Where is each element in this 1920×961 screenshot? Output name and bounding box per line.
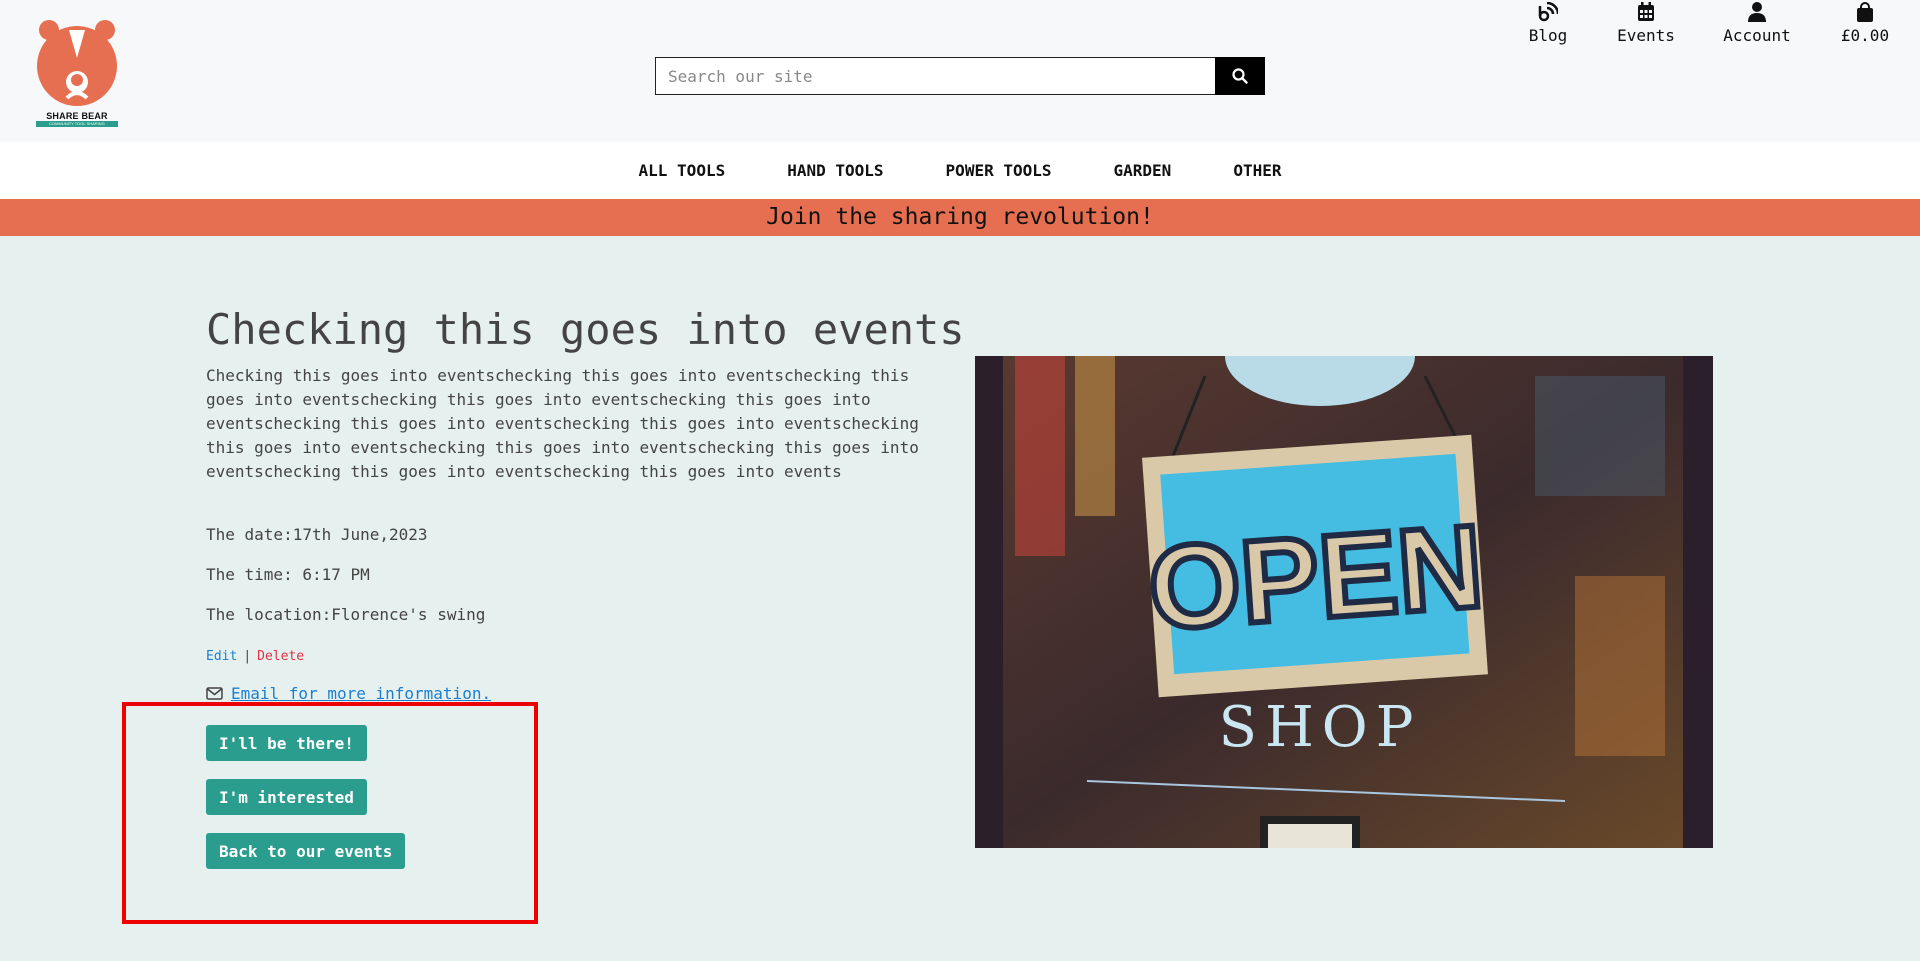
events-link[interactable]: Events — [1617, 0, 1675, 45]
back-to-events-button[interactable]: Back to our events — [206, 833, 406, 869]
nav-garden[interactable]: GARDEN — [1114, 161, 1172, 180]
delete-link[interactable]: Delete — [257, 649, 304, 664]
open-sign-image: OPEN SHOP — [975, 356, 1713, 848]
attend-button[interactable]: I'll be there! — [206, 725, 367, 761]
event-description: Checking this goes into eventschecking t… — [206, 366, 919, 481]
admin-actions: Edit | Delete — [206, 649, 304, 664]
user-icon — [1748, 2, 1766, 22]
action-separator: | — [243, 649, 252, 664]
blog-icon — [1538, 2, 1558, 22]
email-link-label: Email for more information. — [231, 684, 492, 703]
promo-banner: Join the sharing revolution! — [0, 199, 1920, 236]
logo[interactable]: SHARE BEAR COMMUNITY TOOL SHARING — [36, 18, 118, 127]
account-label: Account — [1723, 26, 1791, 45]
account-link[interactable]: Account — [1723, 0, 1791, 45]
cart-link[interactable]: £0.00 — [1838, 0, 1892, 45]
sign-open-text: OPEN — [1144, 500, 1487, 655]
envelope-icon — [206, 687, 223, 700]
search-icon — [1232, 68, 1248, 84]
event-image: OPEN SHOP — [975, 356, 1713, 848]
search-bar — [655, 57, 1265, 95]
search-button[interactable] — [1215, 57, 1265, 95]
edit-link[interactable]: Edit — [206, 649, 237, 664]
logo-subtext: COMMUNITY TOOL SHARING — [36, 121, 118, 127]
nav-power-tools[interactable]: POWER TOOLS — [946, 161, 1052, 180]
event-location: The location:Florence's swing — [206, 605, 486, 624]
search-input[interactable] — [655, 57, 1215, 95]
interested-button[interactable]: I'm interested — [206, 779, 367, 815]
bag-icon — [1857, 2, 1873, 22]
site-header: SHARE BEAR COMMUNITY TOOL SHARING Blog — [0, 0, 1920, 142]
events-label: Events — [1617, 26, 1675, 45]
calendar-icon — [1638, 2, 1654, 21]
nav-all-tools[interactable]: ALL TOOLS — [639, 161, 726, 180]
bear-logo-icon — [37, 20, 117, 106]
sign-shop-text: SHOP — [1219, 695, 1422, 760]
email-link[interactable]: Email for more information. — [206, 684, 491, 703]
event-title: Checking this goes into events — [206, 305, 965, 354]
blog-link[interactable]: Blog — [1528, 0, 1568, 45]
logo-text: SHARE BEAR — [46, 111, 108, 121]
event-date: The date:17th June,2023 — [206, 525, 428, 544]
nav-other[interactable]: OTHER — [1233, 161, 1281, 180]
main-nav: ALL TOOLS HAND TOOLS POWER TOOLS GARDEN … — [0, 142, 1920, 199]
cart-total: £0.00 — [1840, 26, 1890, 45]
event-time: The time: 6:17 PM — [206, 565, 370, 584]
nav-hand-tools[interactable]: HAND TOOLS — [787, 161, 883, 180]
blog-label: Blog — [1528, 26, 1568, 45]
